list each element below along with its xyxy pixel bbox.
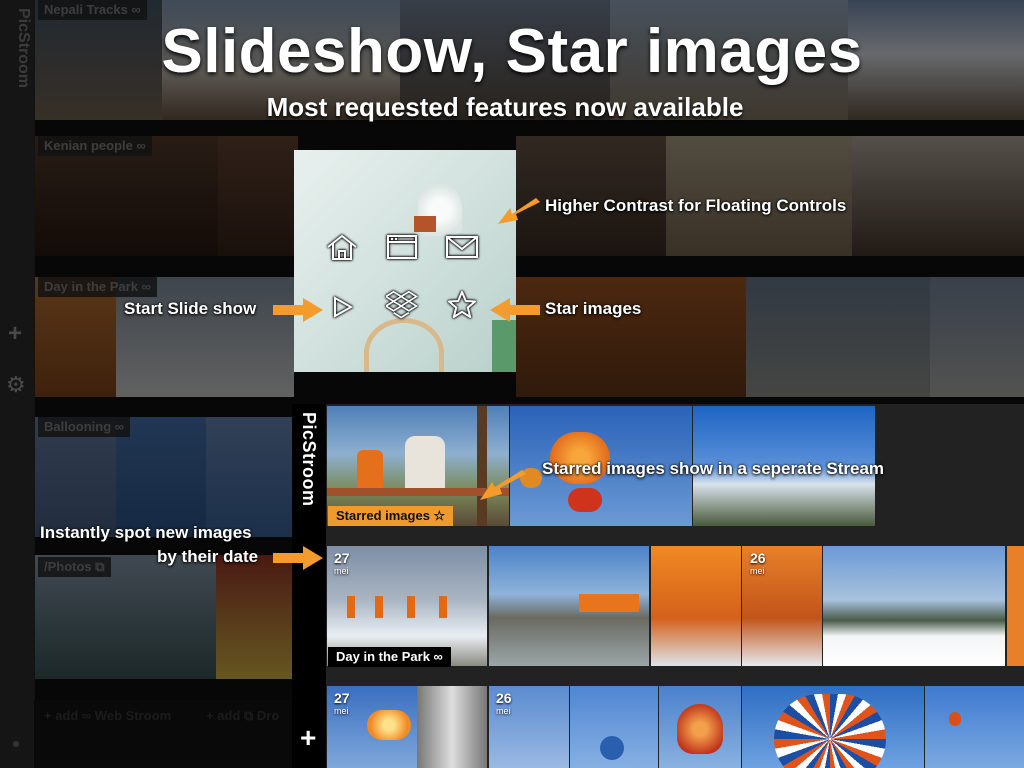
arrow-date-badge-icon — [273, 546, 323, 570]
star-image-button[interactable] — [444, 290, 480, 320]
arrow-starred-stream-icon — [480, 470, 526, 500]
date-month: mei — [334, 706, 349, 716]
photo-tile[interactable] — [218, 136, 298, 256]
photo-tile[interactable] — [742, 686, 924, 768]
photo-detail — [774, 694, 886, 768]
photo-tile[interactable] — [489, 546, 649, 666]
photo-detail — [579, 594, 639, 612]
add-stream-button[interactable]: + — [8, 320, 22, 348]
subheadline: Most requested features now available — [266, 92, 744, 122]
date-day: 26 — [496, 690, 512, 706]
photo-tile[interactable] — [651, 546, 741, 666]
photo-detail — [600, 736, 624, 760]
mail-button[interactable] — [444, 232, 480, 262]
dropbox-icon — [386, 290, 418, 319]
add-dropbox-button[interactable]: + add ⧉ Dro — [206, 708, 279, 724]
photo-detail — [407, 596, 415, 618]
photo-tile[interactable] — [852, 136, 1024, 256]
photo-detail — [375, 596, 383, 618]
photo-tile[interactable] — [746, 277, 930, 397]
home-button[interactable] — [324, 232, 360, 262]
photo-tile[interactable] — [216, 555, 292, 679]
photo-detail — [677, 704, 723, 754]
home-icon — [327, 234, 357, 260]
date-day: 27 — [334, 550, 350, 566]
photo-tile[interactable] — [516, 277, 746, 397]
add-stream-button[interactable]: + — [300, 724, 316, 752]
photo-tile[interactable] — [206, 417, 292, 537]
add-dropbox-label-tail: Dro — [256, 708, 280, 723]
dropbox-icon: ⧉ — [95, 559, 105, 574]
star-icon — [448, 291, 476, 318]
annotation-higher-contrast: Higher Contrast for Floating Controls — [545, 196, 847, 215]
add-web-stream-button[interactable]: + add ∞ Web Stroom — [44, 708, 171, 723]
photo-tile[interactable] — [925, 686, 1024, 768]
status-dot-icon — [13, 741, 19, 747]
date-day: 26 — [750, 550, 766, 566]
annotation-spot-new-line1: Instantly spot new images — [40, 523, 252, 542]
play-icon — [334, 296, 354, 318]
stream-label-kenian[interactable]: Kenian people ∞ — [38, 136, 152, 156]
annotation-star-images: Star images — [545, 299, 642, 318]
annotation-start-slideshow: Start Slide show — [124, 299, 257, 318]
decoration-brick — [414, 216, 436, 232]
photo-tile[interactable] — [659, 686, 741, 768]
floating-controls-panel — [294, 150, 516, 372]
date-month: mei — [334, 566, 349, 576]
arrow-star-images-icon — [490, 298, 540, 322]
photo-detail — [439, 596, 447, 618]
stream-label-park[interactable]: Day in the Park ∞ — [38, 277, 157, 297]
date-day: 27 — [334, 690, 350, 706]
gear-icon[interactable]: ⚙ — [6, 372, 26, 398]
photo-tile[interactable] — [1007, 546, 1024, 666]
date-month: mei — [750, 566, 765, 576]
decoration-green-wall — [492, 320, 516, 372]
start-slideshow-button[interactable] — [324, 292, 360, 322]
stream-label-photos[interactable]: /Photos ⧉ — [38, 557, 111, 577]
arrow-start-slideshow-icon — [273, 298, 323, 322]
browser-button[interactable] — [384, 232, 420, 262]
date-badge: 26 mei — [750, 550, 766, 578]
photo-detail — [568, 488, 602, 512]
dropbox-icon: ⧉ — [243, 708, 254, 723]
date-badge: 27 mei — [334, 690, 350, 718]
date-badge: 26 mei — [496, 690, 512, 718]
date-badge: 27 mei — [334, 550, 350, 578]
photo-tile[interactable] — [823, 546, 1005, 666]
app-logo: PicStroom — [299, 412, 319, 507]
photo-detail — [417, 686, 487, 768]
photo-tile[interactable] — [327, 686, 487, 768]
photo-detail — [347, 596, 355, 618]
stream-label-photos-text: /Photos — [44, 559, 92, 574]
starred-images-stream-label[interactable]: Starred images ☆ — [328, 506, 454, 526]
arrow-higher-contrast-icon — [498, 198, 540, 224]
photo-detail — [949, 712, 961, 726]
date-month: mei — [496, 706, 511, 716]
photo-detail — [367, 710, 411, 740]
annotation-starred-stream: Starred images show in a seperate Stream — [542, 459, 885, 478]
photo-tile[interactable] — [930, 277, 1024, 397]
photo-tile[interactable] — [570, 686, 658, 768]
foreground-sidebar: PicStroom + — [292, 404, 326, 768]
browser-window-icon — [387, 235, 417, 259]
headline: Slideshow, Star images — [161, 17, 863, 86]
photo-detail — [405, 436, 445, 494]
dropbox-button[interactable] — [384, 290, 420, 320]
add-dropbox-label: + add — [206, 708, 241, 723]
photo-detail — [477, 406, 487, 526]
mail-icon — [446, 236, 478, 258]
stream-label-ballooning[interactable]: Ballooning ∞ — [38, 417, 131, 437]
day-in-the-park-stream-label[interactable]: Day in the Park ∞ — [328, 647, 451, 667]
annotation-spot-new-line2: by their date — [157, 547, 259, 566]
decoration-frame — [364, 318, 444, 372]
